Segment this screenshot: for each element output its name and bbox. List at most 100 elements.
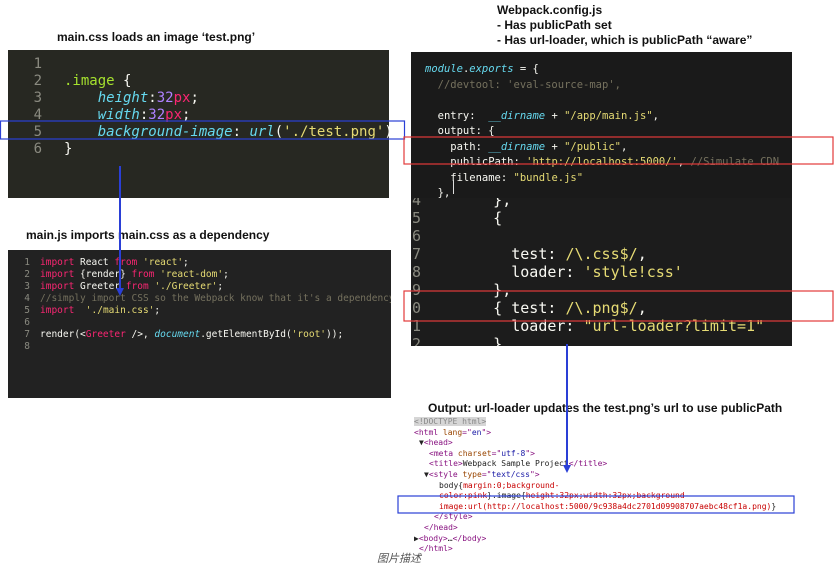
code-token: = { [513, 63, 539, 75]
dom-node-text: color:pink}.image{height:32px;width:32px… [439, 491, 689, 502]
code-token: 'react-dom' [160, 269, 224, 280]
code-line: 7 render(<Greeter />, document.getElement… [8, 329, 391, 341]
dom-token: text/css [491, 469, 530, 479]
code-token: Greeter [74, 281, 126, 292]
dom-node-text: image:url(http://localhost:5000/9c938a4d… [439, 502, 776, 513]
code-token: module [425, 63, 463, 75]
code-token: ; [154, 305, 161, 316]
dom-tree-node[interactable]: </style> [404, 512, 799, 523]
code-token: />, [125, 329, 155, 340]
code-token: } [64, 141, 73, 157]
webpack-config-panel: module.exports = { //devtool: 'eval-sour… [411, 52, 792, 198]
dom-tree-node[interactable]: <!DOCTYPE html> [404, 417, 799, 428]
code-line: 1 import React from 'react'; [8, 257, 391, 269]
code-line: 2 import {render} from 'react-dom'; [8, 269, 391, 281]
dom-token: }.image{ [487, 491, 526, 501]
code-line: 5 import './main.css'; [8, 305, 391, 317]
code-text: output: { [425, 124, 495, 140]
code-token: .getElementById( [200, 329, 292, 340]
code-text: import React from 'react'; [40, 257, 189, 269]
dom-token: <title> [429, 459, 463, 469]
dom-token: Webpack Sample Project [462, 459, 569, 469]
dom-tree-node[interactable]: image:url(http://localhost:5000/9c938a4d… [404, 502, 799, 513]
code-text: import './main.css'; [40, 305, 160, 317]
dom-token: </html> [419, 544, 453, 554]
code-text: render(<Greeter />, document.getElementB… [40, 329, 343, 341]
dom-token: "> [525, 448, 535, 458]
code-token: px [173, 90, 191, 106]
line-number: 7 [411, 245, 421, 263]
code-token: , [677, 156, 691, 168]
code-token: "bundle.js" [513, 171, 584, 184]
code-text: }, [439, 335, 511, 346]
code-token: import [40, 257, 75, 268]
code-token: React [74, 257, 115, 268]
dom-tree-node[interactable]: <meta charset="utf-8"> [404, 449, 799, 460]
code-text: }, [425, 186, 451, 198]
dom-token: <meta [429, 448, 458, 458]
code-text: filename: "bundle.js" [425, 171, 583, 187]
code-text: .image { [64, 73, 131, 90]
line-number: 7 [24, 329, 30, 340]
code-text: loader: "url-loader?limit=1" [439, 317, 764, 335]
code-line: 4 }, [411, 198, 792, 209]
dom-node-text: body{margin:0;background- [439, 481, 559, 492]
code-line: 6} [8, 141, 389, 158]
code-text: //simply import CSS so the Webpack know … [40, 293, 391, 305]
code-text: { [439, 209, 502, 227]
dom-token: image:url(http://localhost:5000/9c938a4d… [439, 501, 772, 511]
dom-tree-node[interactable]: body{margin:0;background- [404, 481, 799, 492]
code-token: output: { [425, 125, 495, 137]
code-line: 0 { test: /\.png$/, [411, 299, 792, 317]
code-text: background-image: url('./test.png'); [64, 124, 389, 141]
code-token: { [114, 73, 132, 89]
code-line: 3 height:32px; [8, 90, 389, 107]
dom-tree-node[interactable]: ▼<head> [404, 438, 799, 449]
dom-node-text: <!DOCTYPE html> [414, 417, 487, 428]
code-token: height [64, 90, 149, 106]
line-number: 0 [411, 299, 421, 317]
line-number: 1 [411, 317, 421, 335]
code-line: //devtool: 'eval-source-map', [411, 78, 792, 94]
code-text: { test: /\.png$/, [439, 299, 647, 317]
code-token: }, [439, 198, 512, 209]
line-number: 8 [24, 341, 30, 352]
line-number: 3 [24, 281, 30, 292]
code-token: ; [217, 281, 224, 292]
code-token: from [125, 281, 149, 292]
dom-tree-node[interactable]: ▼<style type="text/css"> [404, 470, 799, 481]
code-token: import [40, 305, 75, 316]
code-token: + [545, 109, 565, 122]
code-token: test: [439, 245, 566, 263]
dom-node-text: </style> [434, 512, 473, 523]
code-line: 9 }, [411, 281, 792, 299]
webpack-loaders-panel: 4 }, 5 {6 7 test: /\.css$/, 8 loader: 'styl… [411, 198, 792, 346]
line-number: 4 [411, 198, 421, 209]
code-text: width:32px; [64, 107, 191, 124]
dom-node-text: ▼<head> [419, 438, 453, 449]
code-token: document [154, 329, 201, 340]
dom-tree-node[interactable]: <html lang="en"> [404, 428, 799, 439]
code-token: __dirname [488, 109, 546, 122]
output-heading: Output: url-loader updates the test.png’… [428, 401, 783, 415]
code-line: 1 [8, 56, 389, 73]
code-line: 5 background-image: url('./test.png'); [8, 124, 389, 141]
code-line: filename: "bundle.js" [411, 171, 792, 187]
line-number: 5 [24, 305, 30, 316]
dom-token: "> [481, 427, 492, 437]
code-line: 2 }, [411, 335, 792, 346]
code-token: { [439, 209, 503, 227]
webpack-heading: Webpack.config.js - Has publicPath set -… [497, 3, 753, 47]
dom-tree-node[interactable]: </head> [404, 523, 799, 534]
dom-tree-node[interactable]: <title>Webpack Sample Project</title> [404, 459, 799, 470]
code-text: //devtool: 'eval-source-map', [425, 78, 621, 94]
dom-tree-node[interactable]: </html> [404, 544, 799, 555]
dom-token: <!DOCTYPE html> [414, 417, 487, 426]
dom-token: =" [462, 427, 472, 437]
dom-tree-node[interactable]: ▶<body>…</body> [404, 534, 799, 545]
dom-node-text: <title>Webpack Sample Project</title> [429, 459, 607, 470]
code-token: './main.css' [85, 305, 155, 316]
code-token: path: [425, 140, 489, 153]
dom-tree-node[interactable]: color:pink}.image{height:32px;width:32px… [404, 491, 799, 502]
